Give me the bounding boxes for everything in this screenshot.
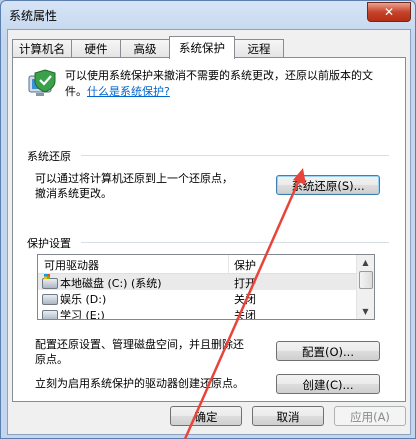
tab-computer-name[interactable]: 计算机名 <box>12 39 72 58</box>
drive-protection-status: 打开 <box>234 277 256 290</box>
drive-icon <box>42 294 58 305</box>
create-description: 立刻为启用系统保护的驱动器创建还原点。 <box>35 377 244 390</box>
drive-list-header: 可用驱动器 保护 <box>38 255 356 274</box>
drive-protection-status: 关闭 <box>234 309 256 320</box>
title-bar[interactable]: 系统属性 ✕ <box>1 1 415 29</box>
drive-row-e[interactable]: 学习 (E:) 关闭 <box>38 306 356 320</box>
intro-description: 可以使用系统保护来撤消不需要的系统更改，还原以前版本的文件。什么是系统保护? <box>65 68 385 100</box>
system-drive-icon <box>42 274 58 289</box>
configure-button[interactable]: 配置(O)... <box>276 341 380 361</box>
scroll-thumb[interactable] <box>359 271 373 289</box>
system-restore-group-title: 系统还原 <box>27 150 71 163</box>
column-header-drive[interactable]: 可用驱动器 <box>44 257 99 273</box>
system-restore-group-divider <box>81 155 389 156</box>
system-protection-icon <box>28 69 56 96</box>
drive-icon <box>42 310 58 319</box>
apply-button: 应用(A) <box>334 406 406 426</box>
protection-settings-group-divider <box>81 242 389 243</box>
configure-description-line2: 原点。 <box>35 353 68 366</box>
create-restore-point-button[interactable]: 创建(C)... <box>276 374 380 394</box>
configure-description-line1: 配置还原设置、管理磁盘空间，并且删除还 <box>35 338 244 351</box>
dialog-client-area: 计算机名 硬件 高级 系统保护 远程 可以使用系统保护来撤消不需要的系统更改，还… <box>7 29 411 435</box>
tab-hardware[interactable]: 硬件 <box>71 39 121 58</box>
system-properties-window: 系统属性 ✕ 计算机名 硬件 高级 系统保护 远程 可以使用系统保护来撤消不需要… <box>0 0 416 439</box>
what-is-system-protection-link[interactable]: 什么是系统保护? <box>87 85 170 98</box>
tab-remote[interactable]: 远程 <box>234 39 284 58</box>
scroll-down-icon[interactable]: ▼ <box>359 305 372 318</box>
protection-settings-group-title: 保护设置 <box>27 237 71 250</box>
drive-name: 娱乐 (D:) <box>60 293 107 306</box>
drive-row-c[interactable]: 本地磁盘 (C:) (系统) 打开 <box>38 274 356 290</box>
drive-row-d[interactable]: 娱乐 (D:) 关闭 <box>38 290 356 306</box>
drive-list-scrollbar[interactable]: ▲ ▼ <box>356 255 374 319</box>
drive-name: 学习 (E:) <box>60 309 105 320</box>
ok-button[interactable]: 确定 <box>170 406 242 426</box>
system-restore-description-line2: 撤消系统更改。 <box>35 187 112 200</box>
tab-advanced[interactable]: 高级 <box>120 39 170 58</box>
drive-list[interactable]: 可用驱动器 保护 本地磁盘 (C:) (系统) 打开 娱乐 (D:) 关闭 学习… <box>37 254 375 320</box>
system-restore-description-line1: 可以通过将计算机还原到上一个还原点， <box>35 172 233 185</box>
window-title: 系统属性 <box>9 9 58 23</box>
scroll-up-icon[interactable]: ▲ <box>359 256 372 269</box>
drive-name: 本地磁盘 (C:) (系统) <box>60 277 162 290</box>
drive-protection-status: 关闭 <box>234 293 256 306</box>
tab-system-protection[interactable]: 系统保护 <box>169 36 235 59</box>
column-divider[interactable] <box>228 255 229 273</box>
system-restore-button[interactable]: 系统还原(S)... <box>276 175 380 195</box>
cancel-button[interactable]: 取消 <box>252 406 324 426</box>
close-button[interactable]: ✕ <box>367 2 411 22</box>
system-protection-panel: 可以使用系统保护来撤消不需要的系统更改，还原以前版本的文件。什么是系统保护? 系… <box>12 57 406 402</box>
column-header-protection[interactable]: 保护 <box>234 257 256 273</box>
